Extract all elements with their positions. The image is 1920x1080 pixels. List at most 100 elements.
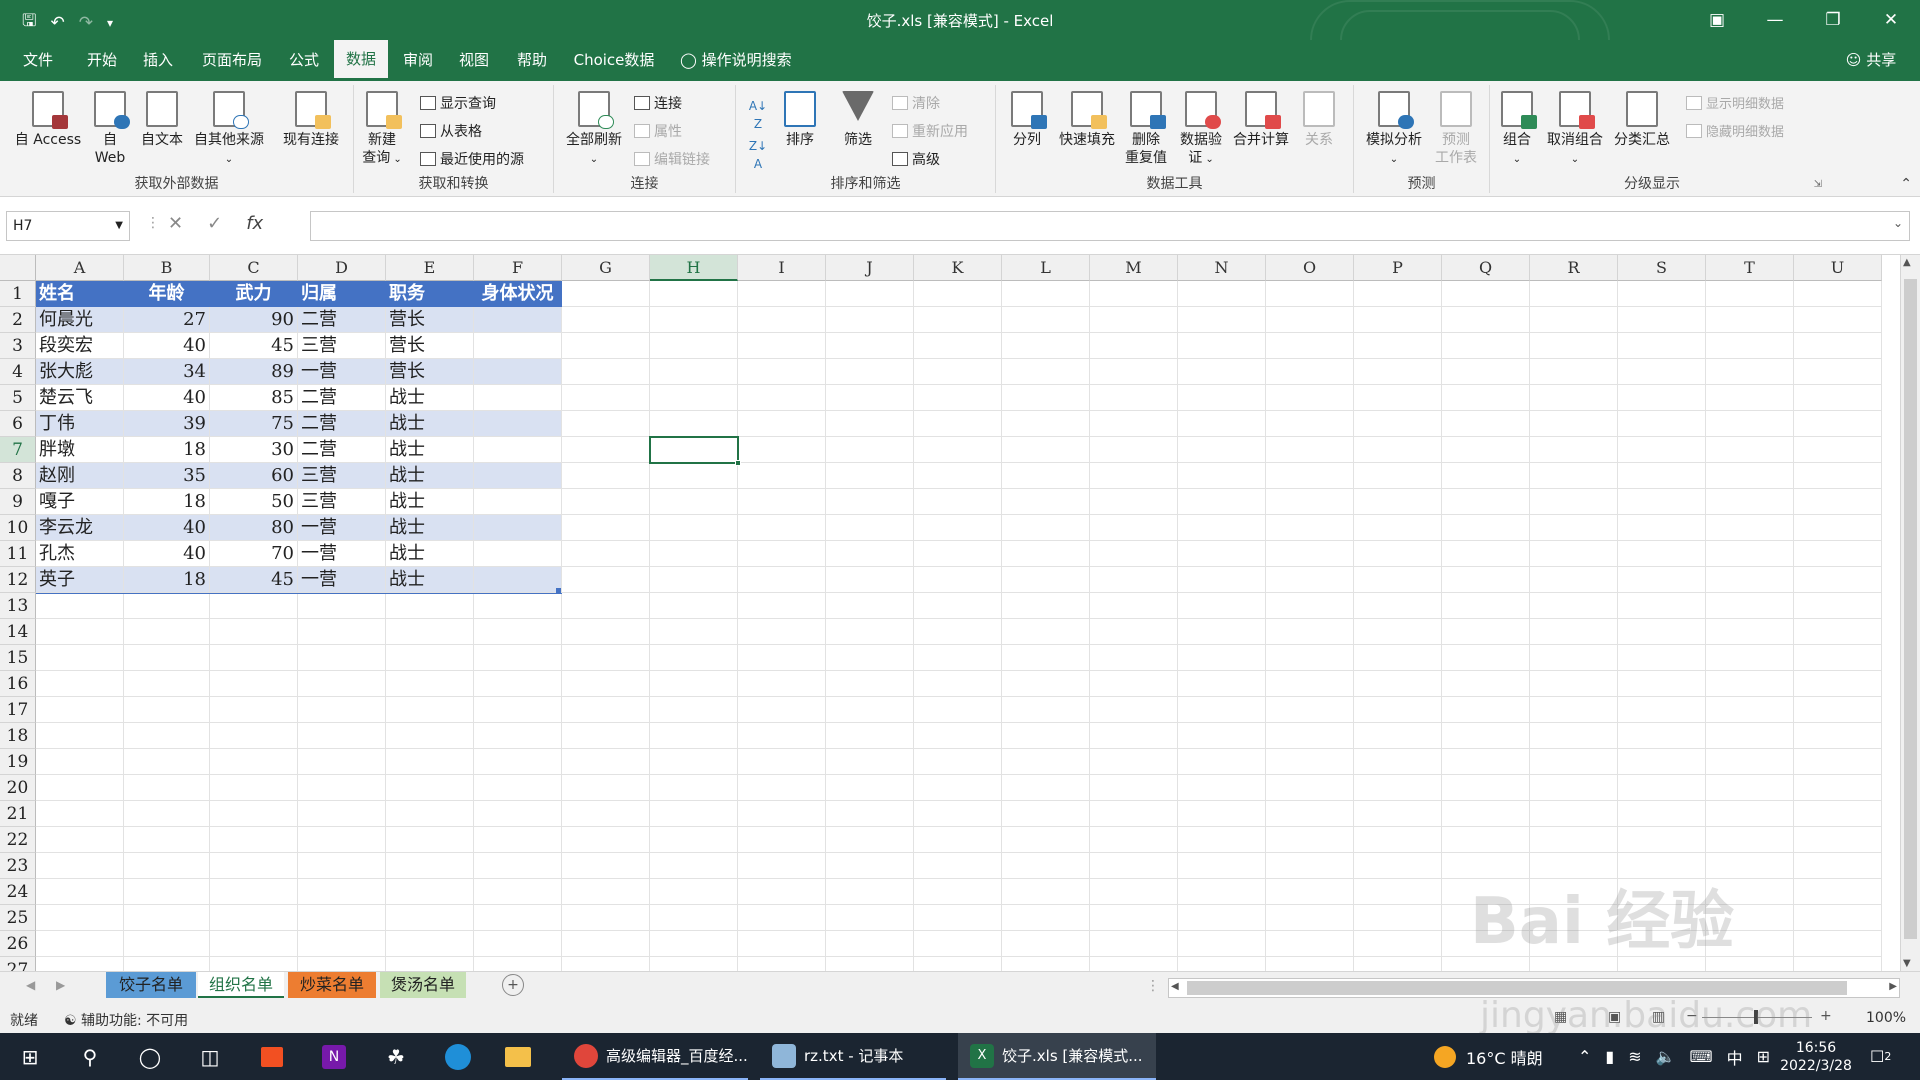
from-other-sources-button[interactable]: 自其他来源 ⌄	[188, 91, 270, 169]
cell[interactable]	[1442, 385, 1530, 411]
cell[interactable]	[124, 723, 210, 749]
cell[interactable]	[650, 333, 738, 359]
cell[interactable]	[1002, 281, 1090, 307]
row-header[interactable]: 22	[0, 827, 36, 853]
cell[interactable]	[1090, 879, 1178, 905]
cell[interactable]	[738, 515, 826, 541]
cell[interactable]	[562, 775, 650, 801]
cell[interactable]	[1266, 723, 1354, 749]
table-cell[interactable]: 75	[210, 411, 298, 437]
cell[interactable]	[1354, 671, 1442, 697]
cell[interactable]	[1090, 281, 1178, 307]
table-cell[interactable]: 34	[124, 359, 210, 385]
cell[interactable]	[914, 411, 1002, 437]
table-cell[interactable]: 战士	[386, 437, 474, 463]
table-cell[interactable]: 一营	[298, 541, 386, 567]
cell[interactable]	[1794, 333, 1882, 359]
ungroup-button[interactable]: 取消组合 ⌄	[1542, 91, 1608, 169]
cell[interactable]	[738, 827, 826, 853]
cell[interactable]	[1706, 645, 1794, 671]
cell[interactable]	[386, 957, 474, 971]
cell[interactable]	[826, 801, 914, 827]
filter-button[interactable]: 筛选	[836, 91, 880, 149]
cell[interactable]	[1530, 827, 1618, 853]
forecast-sheet-button[interactable]: 预测 工作表	[1430, 91, 1482, 167]
cell[interactable]	[1618, 385, 1706, 411]
cell[interactable]	[1794, 619, 1882, 645]
cell[interactable]	[650, 541, 738, 567]
cell[interactable]	[1266, 359, 1354, 385]
cell[interactable]	[738, 333, 826, 359]
table-cell[interactable]: 英子	[36, 567, 124, 593]
cell[interactable]	[826, 333, 914, 359]
cell[interactable]	[914, 515, 1002, 541]
cell[interactable]	[1706, 567, 1794, 593]
cell[interactable]	[1354, 489, 1442, 515]
sheet-tab[interactable]: 炒菜名单	[288, 972, 376, 998]
flash-fill-button[interactable]: 快速填充	[1054, 91, 1120, 149]
cell[interactable]	[1794, 853, 1882, 879]
cell[interactable]	[1002, 723, 1090, 749]
row-header[interactable]: 23	[0, 853, 36, 879]
cell[interactable]	[1354, 619, 1442, 645]
scroll-down-icon[interactable]: ▼	[1903, 958, 1911, 969]
table-cell[interactable]: 楚云飞	[36, 385, 124, 411]
cell[interactable]	[826, 879, 914, 905]
table-cell[interactable]: 营长	[386, 307, 474, 333]
cell[interactable]	[1354, 359, 1442, 385]
cell[interactable]	[914, 541, 1002, 567]
battery-icon[interactable]: ▮	[1605, 1047, 1614, 1066]
row-header[interactable]: 24	[0, 879, 36, 905]
clear-filter-button[interactable]: 清除	[892, 93, 940, 113]
properties-button[interactable]: 属性	[634, 121, 682, 141]
cell[interactable]	[1442, 801, 1530, 827]
cell[interactable]	[650, 567, 738, 593]
cell[interactable]	[298, 905, 386, 931]
cell[interactable]	[386, 593, 474, 619]
cell[interactable]	[36, 905, 124, 931]
cell[interactable]	[1618, 437, 1706, 463]
cell[interactable]	[1442, 307, 1530, 333]
cell[interactable]	[1266, 671, 1354, 697]
cell[interactable]	[1178, 463, 1266, 489]
cell[interactable]	[1002, 489, 1090, 515]
cell[interactable]	[738, 645, 826, 671]
cell[interactable]	[738, 749, 826, 775]
cell[interactable]	[1706, 437, 1794, 463]
cell[interactable]	[1618, 307, 1706, 333]
cell[interactable]	[1618, 489, 1706, 515]
cell[interactable]	[562, 931, 650, 957]
cell[interactable]	[1706, 671, 1794, 697]
tell-me-search[interactable]: ◯ 操作说明搜索	[680, 40, 820, 81]
cell[interactable]	[1354, 307, 1442, 333]
cell[interactable]	[210, 827, 298, 853]
cell[interactable]	[1090, 567, 1178, 593]
cell[interactable]	[1178, 515, 1266, 541]
cell[interactable]	[1266, 515, 1354, 541]
cell[interactable]	[1090, 827, 1178, 853]
cell[interactable]	[1354, 567, 1442, 593]
column-header[interactable]: P	[1354, 255, 1442, 281]
cell[interactable]	[1178, 593, 1266, 619]
cell[interactable]	[36, 853, 124, 879]
name-box[interactable]: H7 ▼	[6, 211, 130, 241]
from-table-button[interactable]: 从表格	[420, 121, 482, 141]
cell[interactable]	[1706, 775, 1794, 801]
cell[interactable]	[124, 931, 210, 957]
cell[interactable]	[1178, 307, 1266, 333]
store-icon[interactable]	[256, 1041, 288, 1073]
table-cell[interactable]	[474, 515, 562, 541]
cell[interactable]	[1618, 827, 1706, 853]
cell[interactable]	[1706, 489, 1794, 515]
text-to-columns-button[interactable]: 分列	[1004, 91, 1050, 149]
cell[interactable]	[124, 749, 210, 775]
ribbon-display-options-icon[interactable]: ▣	[1688, 0, 1746, 40]
cell[interactable]	[210, 671, 298, 697]
cell[interactable]	[1794, 957, 1882, 971]
sort-button[interactable]: 排序	[778, 91, 822, 149]
cell[interactable]	[1530, 359, 1618, 385]
cell[interactable]	[1002, 411, 1090, 437]
cell[interactable]	[1090, 411, 1178, 437]
cell[interactable]	[36, 775, 124, 801]
cell[interactable]	[1090, 905, 1178, 931]
